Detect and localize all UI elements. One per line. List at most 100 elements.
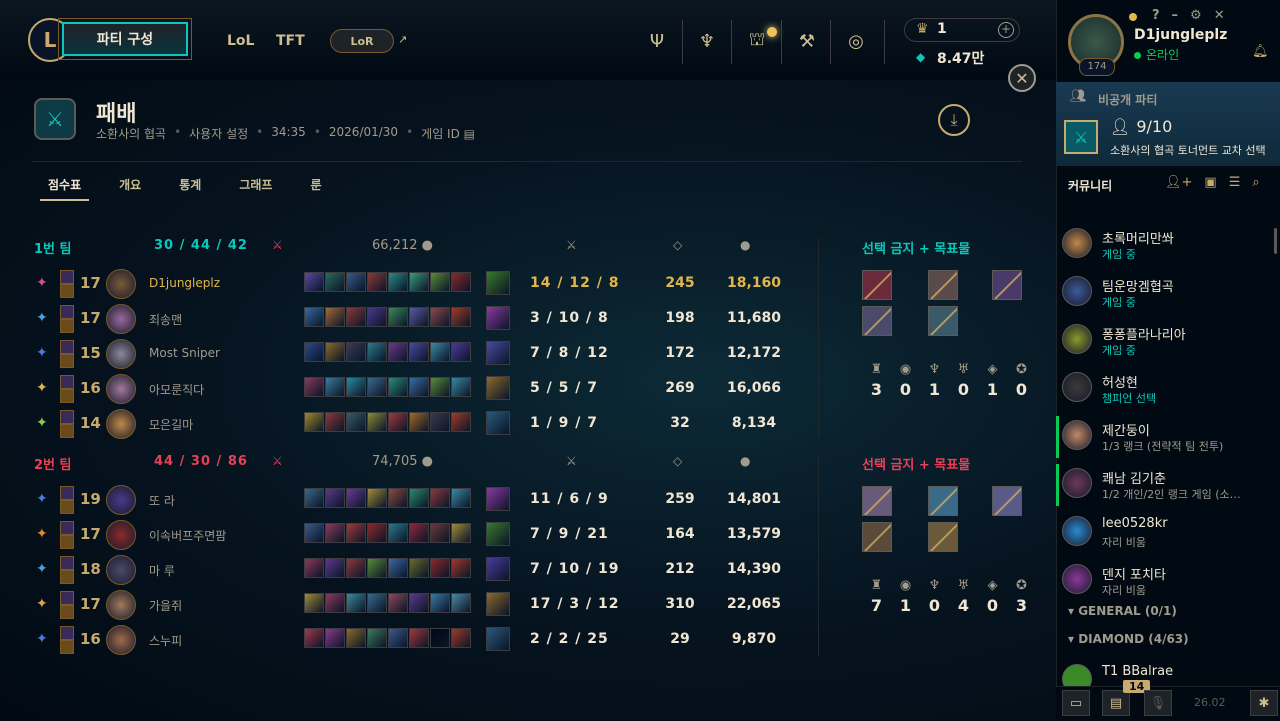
item-slot[interactable] <box>409 412 429 432</box>
item-slot[interactable] <box>409 523 429 543</box>
tab-graph[interactable]: 그래프 <box>231 176 280 201</box>
player-row[interactable]: ✦ 17 이속버프주면팜 7 / 9 / 21 164 13,579 <box>0 518 820 552</box>
item-slot[interactable] <box>304 272 324 292</box>
item-slot[interactable] <box>451 558 471 578</box>
item-slot[interactable] <box>325 488 345 508</box>
champion-portrait[interactable] <box>106 374 136 404</box>
champion-portrait[interactable] <box>106 409 136 439</box>
trinket-slot[interactable] <box>486 592 510 616</box>
summoner-spell-icon[interactable] <box>60 500 74 514</box>
item-slot[interactable] <box>388 272 408 292</box>
lor-button[interactable]: LoR <box>330 29 394 53</box>
trinket-slot[interactable] <box>486 306 510 330</box>
tab-stats[interactable]: 통계 <box>171 176 209 201</box>
item-slot[interactable] <box>451 488 471 508</box>
item-slot[interactable] <box>430 488 450 508</box>
trinket-slot[interactable] <box>486 487 510 511</box>
player-name[interactable]: D1jungleplz <box>149 276 220 290</box>
item-slot[interactable] <box>304 558 324 578</box>
add-friend-icon[interactable]: 👤︎+ <box>1165 175 1192 190</box>
item-slot[interactable] <box>367 307 387 327</box>
item-slot[interactable] <box>325 593 345 613</box>
item-slot[interactable] <box>367 377 387 397</box>
item-slot[interactable] <box>451 342 471 362</box>
item-slot[interactable] <box>304 377 324 397</box>
item-slot[interactable] <box>346 342 366 362</box>
item-slot[interactable] <box>430 307 450 327</box>
summoner-spell-icon[interactable] <box>60 570 74 584</box>
item-slot[interactable] <box>346 488 366 508</box>
party-button[interactable]: 파티 구성 <box>62 22 188 56</box>
item-slot[interactable] <box>346 377 366 397</box>
player-name[interactable]: 죄송맨 <box>149 311 182 328</box>
champion-portrait[interactable] <box>106 269 136 299</box>
item-slot[interactable] <box>304 412 324 432</box>
item-slot[interactable] <box>346 272 366 292</box>
item-slot[interactable] <box>367 558 387 578</box>
friend-item[interactable]: T1 BBalrae <box>1056 660 1280 686</box>
summoner-name[interactable]: D1jungleplz <box>1134 27 1227 43</box>
gear-icon[interactable]: ⚙ <box>1190 8 1202 23</box>
item-slot[interactable] <box>388 342 408 362</box>
summoner-spell-icon[interactable] <box>60 486 74 500</box>
item-slot[interactable] <box>451 307 471 327</box>
summoner-spell-icon[interactable] <box>60 375 74 389</box>
friend-item[interactable]: lee0528kr 자리 비움 <box>1056 512 1280 556</box>
player-row[interactable]: ✦ 18 마 루 7 / 10 / 19 212 14,390 <box>0 553 820 587</box>
summoner-spell-icon[interactable] <box>60 640 74 654</box>
player-name[interactable]: 모은길마 <box>149 416 193 433</box>
summoner-spell-icon[interactable] <box>60 626 74 640</box>
item-slot[interactable] <box>325 412 345 432</box>
summoner-spell-icon[interactable] <box>60 591 74 605</box>
tab-overview[interactable]: 개요 <box>111 176 149 201</box>
item-slot[interactable] <box>325 523 345 543</box>
item-slot[interactable] <box>388 593 408 613</box>
item-slot[interactable] <box>451 412 471 432</box>
champion-portrait[interactable] <box>106 555 136 585</box>
item-slot[interactable] <box>304 628 324 648</box>
item-slot[interactable] <box>388 412 408 432</box>
item-slot[interactable] <box>325 558 345 578</box>
item-slot[interactable] <box>367 342 387 362</box>
player-row[interactable]: ✦ 17 죄송맨 3 / 10 / 8 198 11,680 <box>0 302 820 336</box>
player-name[interactable]: 또 라 <box>149 492 175 509</box>
summoner-spell-icon[interactable] <box>60 305 74 319</box>
item-slot[interactable] <box>304 342 324 362</box>
item-slot[interactable] <box>304 523 324 543</box>
item-slot[interactable] <box>346 558 366 578</box>
keystone-rune-icon[interactable]: ✦ <box>36 345 48 361</box>
item-slot[interactable] <box>367 523 387 543</box>
item-slot[interactable] <box>430 377 450 397</box>
keystone-rune-icon[interactable]: ✦ <box>36 596 48 612</box>
item-slot[interactable] <box>409 593 429 613</box>
player-name[interactable]: 스누피 <box>149 632 182 649</box>
champion-portrait[interactable] <box>106 590 136 620</box>
item-slot[interactable] <box>325 377 345 397</box>
notification-bell-icon[interactable]: 🔔︎ <box>1252 44 1269 59</box>
item-slot[interactable] <box>430 342 450 362</box>
item-slot[interactable] <box>451 628 471 648</box>
keystone-rune-icon[interactable]: ✦ <box>36 561 48 577</box>
tab-runes[interactable]: 룬 <box>302 176 329 201</box>
item-slot[interactable] <box>325 628 345 648</box>
keystone-rune-icon[interactable]: ✦ <box>36 526 48 542</box>
missions-icon[interactable]: ▤ <box>1102 690 1130 716</box>
item-slot[interactable] <box>304 307 324 327</box>
list-view-icon[interactable]: ☰ <box>1229 175 1241 190</box>
voice-mic-icon[interactable]: 🎙︎ <box>1144 690 1172 716</box>
crafting-icon[interactable]: ⚒ <box>794 28 820 54</box>
bug-report-icon[interactable]: ✱ <box>1250 690 1278 716</box>
item-slot[interactable] <box>430 272 450 292</box>
item-slot[interactable] <box>346 593 366 613</box>
summoner-spell-icon[interactable] <box>60 605 74 619</box>
summoner-spell-icon[interactable] <box>60 521 74 535</box>
summoner-spell-icon[interactable] <box>60 535 74 549</box>
trinket-slot[interactable] <box>486 341 510 365</box>
keystone-rune-icon[interactable]: ✦ <box>36 275 48 291</box>
item-slot[interactable] <box>409 628 429 648</box>
close-button[interactable]: ✕ <box>1008 64 1036 92</box>
item-slot[interactable] <box>451 593 471 613</box>
item-slot[interactable] <box>430 628 450 648</box>
nav-link-lol[interactable]: LoL <box>227 33 254 49</box>
item-slot[interactable] <box>430 558 450 578</box>
